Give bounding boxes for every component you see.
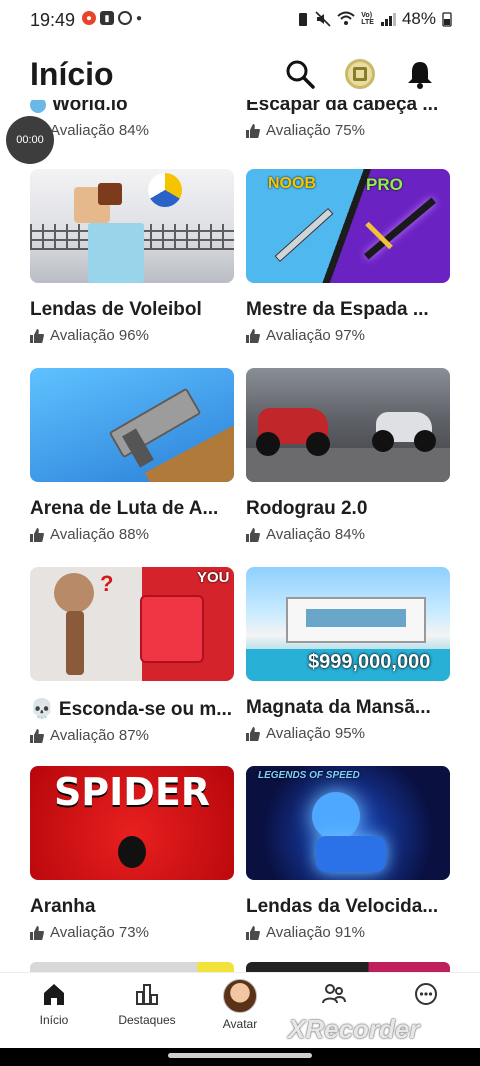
game-thumbnail-peek[interactable] (246, 962, 450, 972)
more-notifications-dot-icon: ● (136, 12, 143, 24)
app-notification-icon: ▮ (100, 11, 114, 25)
game-card[interactable]: Arena de Luta de A... Avaliação 88% (30, 368, 234, 543)
game-title: 💀 Esconda-se ou m... (30, 699, 233, 720)
nav-label: Início (39, 1013, 69, 1027)
robux-icon (345, 59, 375, 89)
notifications-button[interactable] (400, 54, 440, 94)
rating: Avaliação 91% (246, 924, 450, 941)
list-item[interactable]: Escapar da cabeça ... Avaliação 75% (246, 100, 450, 155)
search-icon (286, 60, 315, 89)
thumbs-up-icon (30, 925, 44, 940)
rating: Avaliação 88% (30, 526, 234, 543)
game-card[interactable]: NOOB PRO Mestre da Espada ... Avaliação … (246, 169, 450, 344)
system-home-bar (0, 1048, 480, 1066)
page-title: Início (30, 56, 114, 92)
nav-avatar[interactable]: Avatar (192, 979, 288, 1031)
nav-label: Destaques (118, 1013, 176, 1027)
game-thumbnail-peek[interactable] (30, 962, 234, 972)
header: Início (0, 50, 480, 98)
notification-icons: ⏺ ▮ ● (82, 11, 142, 25)
game-card[interactable]: ? YOU 💀 Esconda-se ou m... Avaliação 87% (30, 567, 234, 744)
whatsapp-icon (118, 11, 132, 25)
game-title: Arena de Luta de A... (30, 498, 219, 519)
status-time: 19:49 (30, 10, 76, 30)
game-thumbnail: NOOB PRO (246, 169, 450, 283)
rating: Avaliação 84% (30, 122, 234, 139)
avatar-icon (223, 979, 257, 1013)
game-thumbnail: ? YOU (30, 567, 234, 681)
game-card[interactable]: LEGENDS OF SPEED Lendas da Velocida... A… (246, 766, 450, 941)
game-thumbnail (30, 169, 234, 283)
game-title: World.io (52, 100, 128, 115)
game-thumbnail: $999,000,000 (246, 567, 450, 681)
game-title: Lendas de Voleibol (30, 299, 202, 320)
rating: Avaliação 75% (246, 122, 450, 139)
game-title: Magnata da Mansã... (246, 697, 431, 718)
bell-icon (408, 62, 432, 89)
nav-more[interactable] (378, 981, 474, 1013)
list-item[interactable]: World.io Avaliação 84% (30, 100, 234, 155)
recording-timer[interactable]: 00:00 (6, 116, 54, 164)
search-button[interactable] (280, 54, 320, 94)
game-thumbnail (246, 368, 450, 482)
game-emoji-icon (30, 100, 46, 113)
recorder-notification-icon: ⏺ (82, 11, 96, 25)
game-card[interactable]: Rodograu 2.0 Avaliação 84% (246, 368, 450, 543)
thumbs-up-icon (246, 123, 260, 138)
game-title: Escapar da cabeça ... (246, 100, 439, 115)
battery-icon (442, 12, 452, 27)
volte-icon: Vo) LTE (361, 12, 374, 26)
robux-button[interactable] (340, 54, 380, 94)
game-thumbnail (30, 368, 234, 482)
thumbs-up-icon (246, 726, 260, 741)
home-gesture-handle[interactable] (168, 1053, 312, 1058)
home-icon (44, 984, 64, 1005)
battery-percent: 48% (401, 9, 436, 28)
thumbs-up-icon (30, 527, 44, 542)
rating: Avaliação 73% (30, 924, 234, 941)
game-card[interactable]: SPIDER Aranha Avaliação 73% (30, 766, 234, 941)
status-bar: 19:49 ⏺ ▮ ● Vo) LTE 48% (0, 0, 480, 42)
game-title: Mestre da Espada ... (246, 299, 429, 320)
rating: Avaliação 87% (30, 727, 234, 744)
thumbs-up-icon (30, 328, 44, 343)
nav-friends[interactable] (286, 981, 382, 1013)
thumbs-up-icon (246, 925, 260, 940)
rating: Avaliação 95% (246, 725, 450, 742)
charts-icon (136, 984, 158, 1005)
nav-charts[interactable]: Destaques (99, 981, 195, 1027)
thumbs-up-icon (246, 328, 260, 343)
game-thumbnail: SPIDER (30, 766, 234, 880)
game-thumbnail: LEGENDS OF SPEED (246, 766, 450, 880)
more-icon (415, 983, 437, 1005)
battery-saver-icon (299, 13, 308, 26)
game-card[interactable]: $999,000,000 Magnata da Mansã... Avaliaç… (246, 567, 450, 742)
rating: Avaliação 96% (30, 327, 234, 344)
status-right: Vo) LTE 48% (297, 9, 452, 29)
signal-icon (380, 13, 396, 26)
game-title: Rodograu 2.0 (246, 498, 368, 519)
rating: Avaliação 84% (246, 526, 450, 543)
game-card[interactable]: Lendas de Voleibol Avaliação 96% (30, 169, 234, 344)
nav-home[interactable]: Início (6, 981, 102, 1027)
recorder-watermark: XRecorder (288, 1014, 420, 1044)
nav-label: Avatar (222, 1017, 258, 1031)
game-title: Aranha (30, 896, 96, 917)
thumbs-up-icon (30, 728, 44, 743)
rating: Avaliação 97% (246, 327, 450, 344)
mute-icon (315, 11, 331, 27)
wifi-icon (337, 11, 355, 25)
thumbs-up-icon (246, 527, 260, 542)
game-title: Lendas da Velocida... (246, 896, 439, 917)
friends-icon (322, 984, 346, 1004)
